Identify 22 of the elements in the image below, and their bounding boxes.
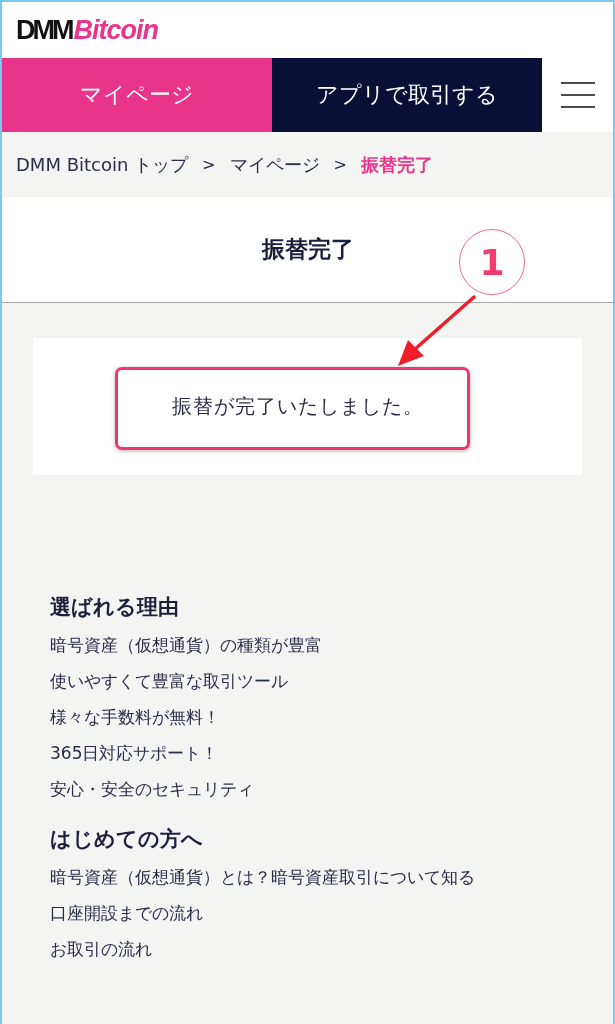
section-heading: 選ばれる理由: [50, 594, 180, 621]
breadcrumb-separator: >: [202, 155, 216, 174]
completion-message: 振替が完了いたしました。: [171, 393, 424, 420]
footer-link[interactable]: 安心・安全のセキュリティ: [50, 777, 550, 801]
site-logo[interactable]: DMMBitcoin: [16, 14, 158, 46]
page-title: 振替完了: [261, 235, 354, 264]
footer-link[interactable]: お取引の流れ: [50, 937, 550, 961]
footer-link[interactable]: 暗号資産（仮想通貨）とは？暗号資産取引について知る: [50, 865, 550, 889]
breadcrumb-link[interactable]: DMM Bitcoin トップ: [16, 152, 189, 177]
menu-icon: [560, 82, 595, 108]
nav-button[interactable]: マイページ: [2, 58, 272, 132]
breadcrumb-separator: >: [333, 155, 347, 174]
menu-button[interactable]: [542, 58, 613, 132]
breadcrumb-link[interactable]: 振替完了: [360, 152, 433, 177]
section-heading: はじめての方へ: [50, 826, 204, 853]
footer-link[interactable]: 暗号資産（仮想通貨）の種類が豊富: [50, 633, 550, 657]
footer-link[interactable]: 様々な手数料が無料！: [50, 705, 550, 729]
nav-button[interactable]: アプリで取引する: [272, 58, 542, 132]
footer-link[interactable]: 365日対応サポート！: [50, 741, 550, 765]
breadcrumb-link[interactable]: マイページ: [229, 152, 320, 177]
footer-link[interactable]: 口座開設までの流れ: [50, 901, 550, 925]
footer-link[interactable]: 使いやすくて豊富な取引ツール: [50, 669, 550, 693]
